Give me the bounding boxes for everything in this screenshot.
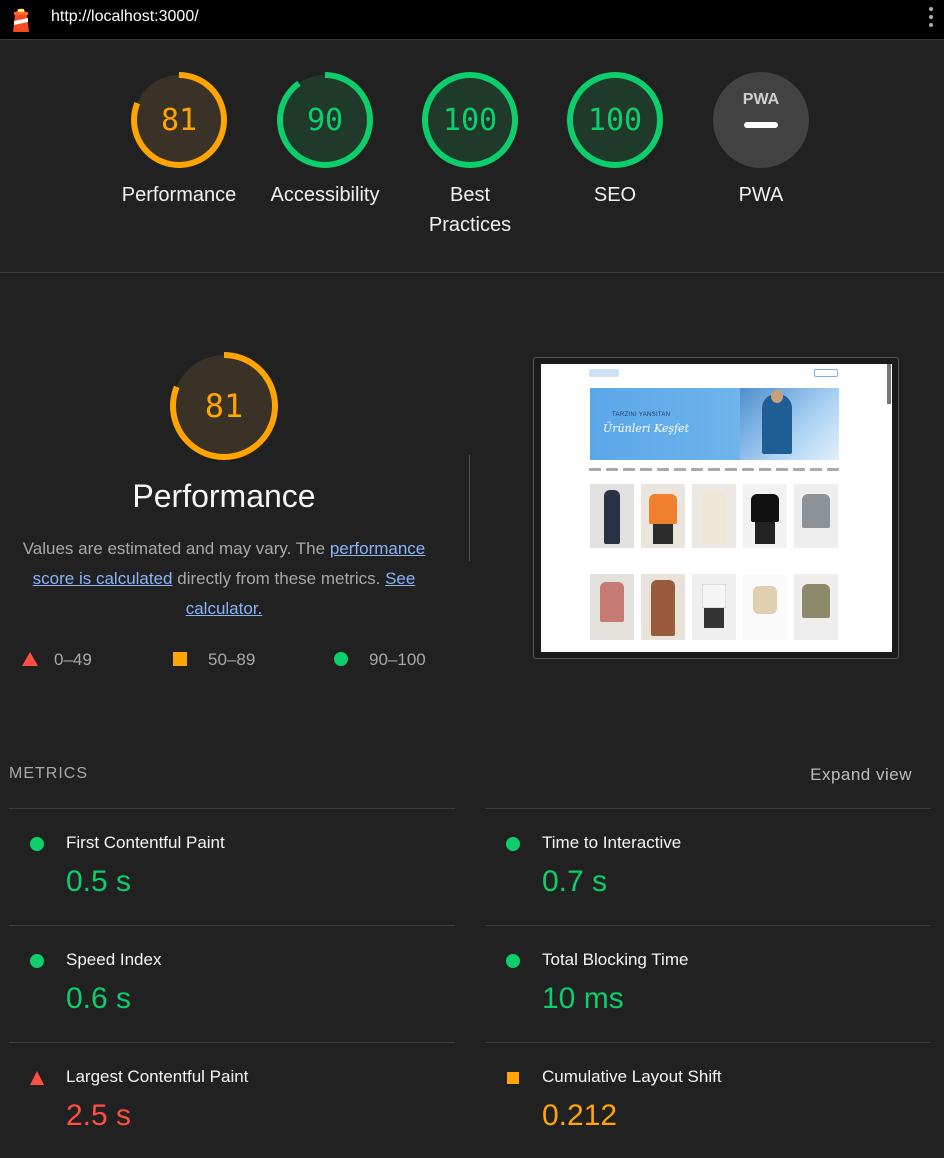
product-card	[590, 574, 634, 640]
metric-value: 0.212	[542, 1099, 618, 1132]
green-circle-icon	[506, 837, 520, 851]
performance-gauge: 81	[170, 352, 278, 460]
metric-value: 0.5 s	[66, 865, 132, 898]
pwa-badge-text: PWA	[743, 91, 780, 108]
pwa-badge-icon: PWA	[713, 72, 809, 168]
gauge-arc: 100	[422, 72, 518, 168]
green-circle-icon	[334, 652, 348, 666]
product-card	[641, 484, 685, 548]
product-card	[692, 574, 736, 640]
metric-title: Speed Index	[66, 950, 162, 969]
lighthouse-logo-icon	[13, 8, 29, 32]
screenshot-scrollbar	[887, 364, 891, 404]
site-login-button	[814, 369, 838, 377]
gauge-performance[interactable]: 81 Performance	[109, 70, 249, 210]
gauge-label: SEO	[593, 184, 637, 206]
performance-title: Performance	[132, 478, 316, 514]
product-card	[743, 574, 787, 640]
gauge-score: 100	[443, 103, 497, 138]
metric-total-blocking-time: Total Blocking Time 10 ms	[485, 925, 931, 1042]
gauge-best-practices[interactable]: 100 Best Practices	[400, 70, 540, 240]
metric-title: Time to Interactive	[542, 833, 682, 852]
product-card	[590, 484, 634, 548]
metric-value: 0.6 s	[66, 982, 132, 1015]
more-menu-icon[interactable]	[926, 4, 936, 34]
product-card	[692, 484, 736, 548]
metric-time-to-interactive: Time to Interactive 0.7 s	[485, 808, 931, 925]
gauge-score: 81	[161, 103, 197, 138]
metric-speed-index: Speed Index 0.6 s	[9, 925, 455, 1042]
red-triangle-icon	[22, 652, 38, 666]
section-divider	[0, 272, 944, 273]
performance-score: 81	[205, 387, 244, 425]
gauge-accessibility[interactable]: 90 Accessibility	[255, 70, 395, 210]
product-card	[641, 574, 685, 640]
legend-range: 0–49	[54, 650, 92, 669]
gauge-arc: 100	[567, 72, 663, 168]
metric-title: First Contentful Paint	[66, 833, 225, 852]
metric-value: 2.5 s	[66, 1099, 132, 1132]
gauge-label: Accessibility	[270, 184, 380, 206]
banner-model-head	[771, 390, 783, 403]
gauge-score: 100	[588, 103, 642, 138]
orange-square-icon	[507, 1072, 519, 1084]
legend-average: 50–89	[173, 650, 255, 670]
metric-first-contentful-paint: First Contentful Paint 0.5 s	[9, 808, 455, 925]
gauge-score: 90	[307, 103, 343, 138]
gauge-label: Performance	[121, 184, 237, 206]
green-circle-icon	[30, 837, 44, 851]
gauge-label: PWA	[738, 184, 784, 206]
metric-largest-contentful-paint: Largest Contentful Paint 2.5 s	[9, 1042, 455, 1158]
desc-text: directly from these metrics.	[172, 569, 386, 588]
site-logo	[589, 369, 619, 377]
gauge-arc: 90	[277, 72, 373, 168]
gauge-pwa[interactable]: PWA PWA	[691, 70, 831, 210]
banner-line-2: Ürünleri Keşfet	[603, 422, 690, 435]
metric-title: Cumulative Layout Shift	[542, 1067, 722, 1086]
green-circle-icon	[30, 954, 44, 968]
gauge-arc: 81	[131, 72, 227, 168]
page-url: http://localhost:3000/	[51, 8, 199, 25]
banner-model	[762, 394, 792, 454]
metric-title: Total Blocking Time	[542, 950, 689, 969]
screenshot-image: TARZINI YANSITAN Ürünleri Keşfet	[541, 364, 892, 652]
expand-view-button[interactable]: Expand view	[810, 765, 912, 785]
metric-title: Largest Contentful Paint	[66, 1067, 249, 1086]
product-card	[794, 574, 838, 640]
site-nav	[589, 468, 841, 471]
legend-fail: 0–49	[22, 650, 92, 670]
metric-value: 0.7 s	[542, 865, 608, 898]
performance-description: Values are estimated and may vary. The p…	[0, 534, 448, 624]
top-bar: http://localhost:3000/	[0, 0, 944, 40]
final-screenshot[interactable]: TARZINI YANSITAN Ürünleri Keşfet	[533, 357, 899, 659]
gauge-label: Best Practices	[428, 184, 512, 236]
gauge-seo[interactable]: 100 SEO	[545, 70, 685, 210]
product-card	[743, 484, 787, 548]
red-triangle-icon	[30, 1071, 44, 1085]
legend-range: 90–100	[369, 650, 426, 669]
orange-square-icon	[173, 652, 187, 666]
metric-cumulative-layout-shift: Cumulative Layout Shift 0.212	[485, 1042, 931, 1158]
desc-text: Values are estimated and may vary. The	[22, 539, 330, 558]
site-banner: TARZINI YANSITAN Ürünleri Keşfet	[590, 388, 839, 460]
banner-line-1: TARZINI YANSITAN	[612, 412, 671, 418]
vertical-divider	[469, 455, 470, 561]
legend-range: 50–89	[208, 650, 256, 669]
metrics-heading: METRICS	[9, 765, 88, 782]
product-card	[794, 484, 838, 548]
green-circle-icon	[506, 954, 520, 968]
legend-pass: 90–100	[334, 650, 426, 670]
metric-value: 10 ms	[542, 982, 624, 1015]
